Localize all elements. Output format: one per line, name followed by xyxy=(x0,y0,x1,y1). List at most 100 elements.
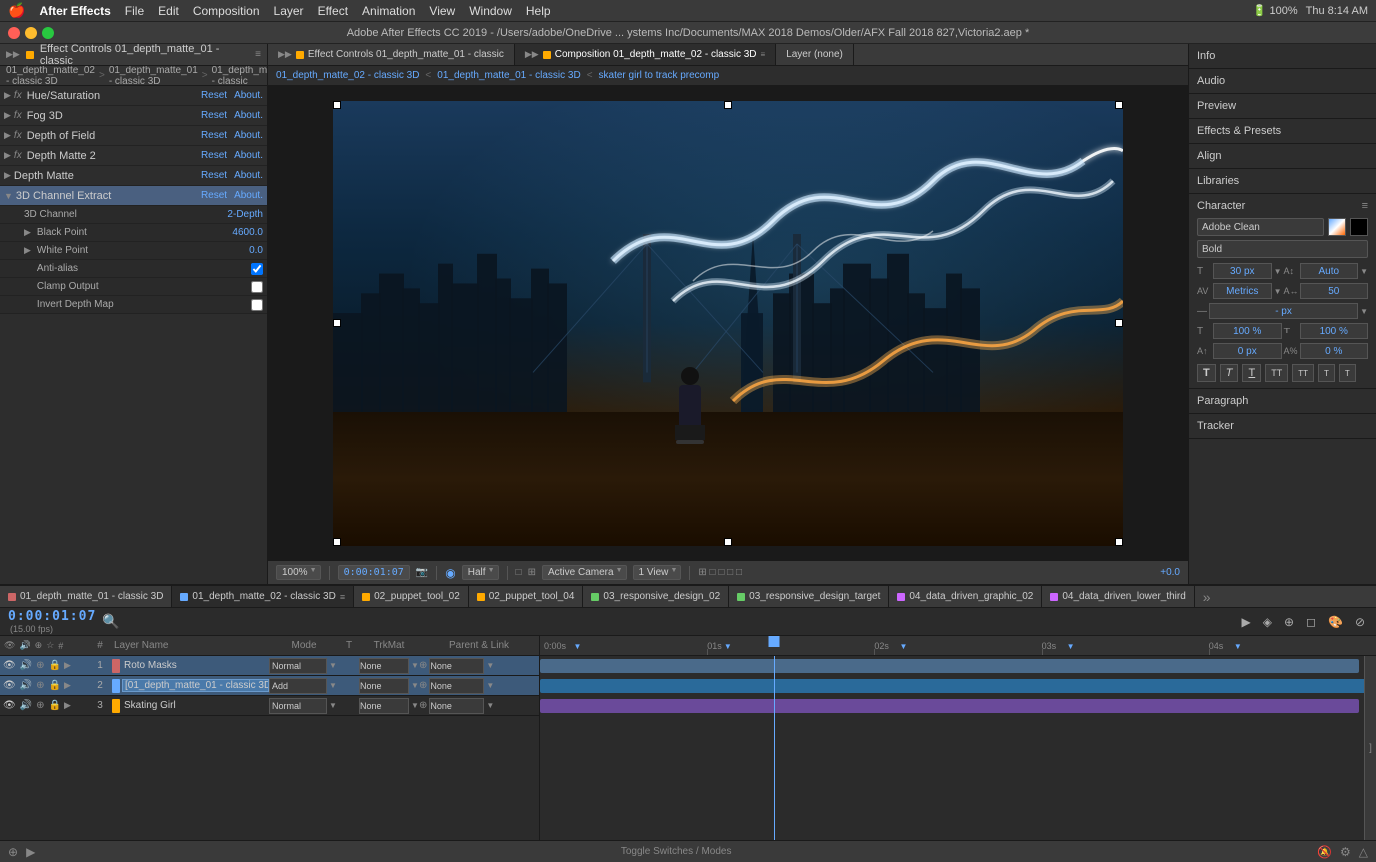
menu-effect[interactable]: Effect xyxy=(318,4,348,18)
reset-dm[interactable]: Reset xyxy=(201,170,227,181)
layer-3-vis[interactable]: 👁 xyxy=(2,700,17,711)
subscript-button[interactable]: T xyxy=(1339,364,1356,382)
layer-2-parent-select[interactable]: None xyxy=(429,678,484,694)
menu-file[interactable]: File xyxy=(125,4,144,18)
expand-wp[interactable]: ▶ xyxy=(24,245,31,256)
about-3dce[interactable]: About. xyxy=(234,190,263,201)
tracker-section[interactable]: Tracker xyxy=(1189,414,1376,439)
audio-section[interactable]: Audio xyxy=(1189,69,1376,94)
color-black-swatch[interactable] xyxy=(1350,218,1368,236)
about-fog[interactable]: About. xyxy=(234,110,263,121)
timeline-tab-7[interactable]: 04_data_driven_graphic_02 xyxy=(889,586,1042,607)
clamp-output-checkbox[interactable] xyxy=(251,281,263,293)
timeline-tab-6[interactable]: 03_responsive_design_target xyxy=(729,586,889,607)
about-dm[interactable]: About. xyxy=(234,170,263,181)
leading-dash-value[interactable]: - px xyxy=(1209,303,1358,319)
preview-section[interactable]: Preview xyxy=(1189,94,1376,119)
menu-composition[interactable]: Composition xyxy=(193,4,260,18)
comp-tab-controls[interactable]: ▶▶ Effect Controls 01_depth_matte_01 - c… xyxy=(268,44,515,65)
close-button[interactable] xyxy=(8,27,20,39)
mute-icon[interactable]: 🔕 xyxy=(1317,845,1332,859)
breadcrumb-item-2[interactable]: 01_depth_matte_01 - classic 3D xyxy=(109,66,198,86)
effect-hue-saturation[interactable]: ▶ fx Hue/Saturation Reset About. xyxy=(0,86,267,106)
invert-depth-checkbox[interactable] xyxy=(251,299,263,311)
layer-3-mode-select[interactable]: Normal xyxy=(269,698,327,714)
expand-icon-bottom[interactable]: △ xyxy=(1359,845,1368,859)
comp-tab-layer[interactable]: Layer (none) xyxy=(776,44,854,65)
italic-button[interactable]: T xyxy=(1220,364,1239,382)
handle-bl[interactable] xyxy=(333,538,341,546)
kerning-value[interactable]: Metrics xyxy=(1213,283,1272,299)
anti-alias-checkbox[interactable] xyxy=(251,263,263,275)
expand-bp[interactable]: ▶ xyxy=(24,227,31,238)
effect-depth-matte[interactable]: ▶ Depth Matte Reset About. xyxy=(0,166,267,186)
expand-arrow-3dce[interactable]: ▼ xyxy=(4,191,13,201)
effect-3d-channel-extract[interactable]: ▼ 3D Channel Extract Reset About. xyxy=(0,186,267,206)
effect-dof[interactable]: ▶ fx Depth of Field Reset About. xyxy=(0,126,267,146)
layer-2-lock[interactable]: 🔒 xyxy=(48,680,62,691)
zoom-button[interactable]: 100% xyxy=(276,565,321,580)
handle-bm[interactable] xyxy=(724,538,732,546)
expand-arrow-dm2[interactable]: ▶ xyxy=(4,150,11,161)
layer-2-tikmat-select[interactable]: None xyxy=(359,678,409,694)
timeline-tab-2[interactable]: 01_depth_matte_02 - classic 3D ≡ xyxy=(172,586,354,607)
tsume-value[interactable]: 0 % xyxy=(1300,343,1369,359)
handle-ml[interactable] xyxy=(333,319,341,327)
preview-btn-3[interactable]: ⊕ xyxy=(1281,615,1297,629)
libraries-section[interactable]: Libraries xyxy=(1189,169,1376,194)
tracking-value[interactable]: 50 xyxy=(1300,283,1369,299)
layer-1-lock[interactable]: 🔒 xyxy=(48,660,62,671)
layer-1-mode-select[interactable]: Normal xyxy=(269,658,327,674)
preview-btn-1[interactable]: ▶ xyxy=(1238,615,1253,629)
white-point-value[interactable]: 0.0 xyxy=(249,245,263,256)
panel-expand-icon[interactable]: ≡ xyxy=(255,49,261,60)
layer-3-lock[interactable]: 🔒 xyxy=(48,700,62,711)
quality-button[interactable]: Half xyxy=(462,565,499,580)
comp-nav-item3[interactable]: skater girl to track precomp xyxy=(599,70,720,81)
layout-button[interactable]: 1 View xyxy=(633,565,682,580)
breadcrumb-item-3[interactable]: 01_depth_matte_01 - classic xyxy=(212,66,267,86)
black-point-value[interactable]: 4600.0 xyxy=(232,227,263,238)
breadcrumb-item-1[interactable]: 01_depth_matte_02 - classic 3D xyxy=(6,66,95,86)
comp-nav-item2[interactable]: 01_depth_matte_01 - classic 3D xyxy=(437,70,580,81)
layer-3-parent-select[interactable]: None xyxy=(429,698,484,714)
comp-nav-item1[interactable]: 01_depth_matte_02 - classic 3D xyxy=(276,70,419,81)
channel-value[interactable]: 2-Depth xyxy=(227,209,263,220)
playback-icon[interactable]: ▶ xyxy=(26,845,35,859)
font-select[interactable]: Adobe Clean xyxy=(1197,218,1324,236)
minimize-button[interactable] xyxy=(25,27,37,39)
settings-icon[interactable]: ⚙ xyxy=(1340,845,1351,859)
menu-window[interactable]: Window xyxy=(469,4,512,18)
timeline-tab-8[interactable]: 04_data_driven_lower_third xyxy=(1042,586,1194,607)
preview-btn-6[interactable]: ⊘ xyxy=(1352,615,1368,629)
layer-3-bar[interactable] xyxy=(540,699,1359,713)
small-caps-button[interactable]: Tt xyxy=(1292,364,1314,382)
render-queue-icon[interactable]: ⊕ xyxy=(8,845,18,859)
bold-button[interactable]: T xyxy=(1197,364,1216,382)
reset-hue[interactable]: Reset xyxy=(201,90,227,101)
layer-3-expand[interactable]: ▶ xyxy=(64,700,71,711)
layer-3-audio[interactable]: 🔊 xyxy=(19,700,33,711)
timeline-tab-5[interactable]: 03_responsive_design_02 xyxy=(583,586,729,607)
menu-edit[interactable]: Edit xyxy=(158,4,179,18)
reset-fog[interactable]: Reset xyxy=(201,110,227,121)
layer-2-expand[interactable]: ▶ xyxy=(64,680,71,691)
auto-leading-value[interactable]: Auto xyxy=(1300,263,1359,279)
current-time[interactable]: 0:00:01:07 xyxy=(8,609,96,624)
reset-dof[interactable]: Reset xyxy=(201,130,227,141)
layer-2-solo[interactable]: ⊕ xyxy=(35,680,45,691)
comp-tab-composition[interactable]: ▶▶ Composition 01_depth_matte_02 - class… xyxy=(515,44,776,65)
font-weight-select[interactable]: Bold xyxy=(1197,240,1368,258)
effect-fog3d[interactable]: ▶ fx Fog 3D Reset About. xyxy=(0,106,267,126)
window-controls[interactable] xyxy=(8,27,54,39)
layer-3-solo[interactable]: ⊕ xyxy=(35,700,45,711)
timeline-tab-3[interactable]: 02_puppet_tool_02 xyxy=(354,586,469,607)
handle-br[interactable] xyxy=(1115,538,1123,546)
font-size-value[interactable]: 30 px xyxy=(1213,263,1272,279)
effects-presets-section[interactable]: Effects & Presets xyxy=(1189,119,1376,144)
more-tabs-button[interactable]: » xyxy=(1195,589,1219,605)
viewer-time-display[interactable]: 0:00:01:07 xyxy=(338,565,410,580)
effect-depth-matte-2[interactable]: ▶ fx Depth Matte 2 Reset About. xyxy=(0,146,267,166)
maximize-button[interactable] xyxy=(42,27,54,39)
reset-dm2[interactable]: Reset xyxy=(201,150,227,161)
